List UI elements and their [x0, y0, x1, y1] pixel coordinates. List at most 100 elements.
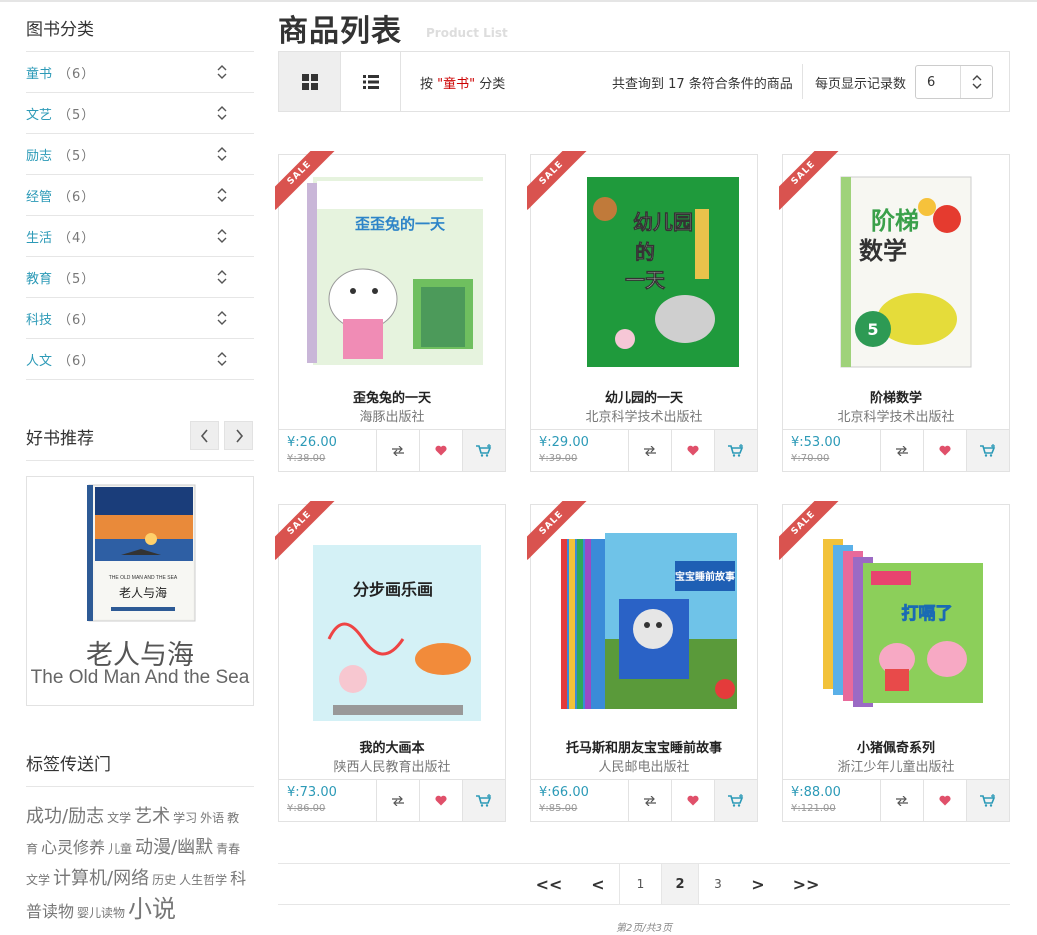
compare-button[interactable]: [376, 430, 419, 471]
tag-link[interactable]: 人生哲学: [179, 873, 227, 887]
chevron-left-icon: [200, 428, 208, 443]
product-footer: ¥:26.00 ¥:38.00: [279, 429, 505, 471]
tag-link[interactable]: 心灵修养: [41, 838, 105, 857]
favorite-button[interactable]: [671, 780, 714, 821]
product-title[interactable]: 歪兔兔的一天: [279, 387, 505, 406]
sale-label: SALE: [779, 151, 839, 210]
grid-icon: [301, 73, 318, 90]
last-page-button[interactable]: >>: [779, 864, 833, 904]
compare-button[interactable]: [628, 430, 671, 471]
expand-toggle-icon[interactable]: [216, 228, 228, 244]
add-to-cart-button[interactable]: [714, 780, 757, 821]
add-to-cart-button[interactable]: [966, 780, 1009, 821]
category-item[interactable]: 生活 （4）: [26, 216, 254, 257]
category-label[interactable]: 教育: [26, 272, 52, 287]
svg-text:打嗝了: 打嗝了: [902, 603, 953, 624]
compare-button[interactable]: [880, 430, 923, 471]
add-to-cart-button[interactable]: [966, 430, 1009, 471]
category-item[interactable]: 教育 （5）: [26, 257, 254, 298]
recommend-card[interactable]: THE OLD MAN AND THE SEA 老人与海 老人与海 The Ol…: [26, 476, 254, 706]
favorite-button[interactable]: [419, 430, 462, 471]
product-card[interactable]: 打嗝了 SALE 小猪佩奇系列 浙江少年儿童出版社 ¥:88.00 ¥:121.00: [779, 501, 1010, 822]
expand-toggle-icon[interactable]: [216, 351, 228, 367]
add-to-cart-button[interactable]: [462, 780, 505, 821]
tag-link[interactable]: 学习: [173, 811, 197, 825]
recommend-next-button[interactable]: [224, 421, 253, 450]
tag-link[interactable]: 儿童: [108, 842, 132, 856]
add-to-cart-button[interactable]: [462, 430, 505, 471]
category-item[interactable]: 人文 （6）: [26, 339, 254, 380]
expand-toggle-icon[interactable]: [216, 146, 228, 162]
tag-link[interactable]: 艺术: [134, 806, 170, 827]
page-title: 商品列表: [278, 14, 402, 49]
tag-link[interactable]: 动漫/幽默: [135, 837, 213, 858]
add-to-cart-button[interactable]: [714, 430, 757, 471]
product-title[interactable]: 幼儿园的一天: [531, 387, 757, 406]
list-view-button[interactable]: [340, 52, 401, 111]
page-1-button[interactable]: 1: [619, 864, 661, 904]
expand-toggle-icon[interactable]: [216, 187, 228, 203]
product-title[interactable]: 小猪佩奇系列: [783, 737, 1009, 756]
expand-toggle-icon[interactable]: [216, 64, 228, 80]
category-item[interactable]: 科技 （6）: [26, 298, 254, 339]
recommend-nav: [190, 421, 253, 450]
favorite-button[interactable]: [923, 780, 966, 821]
category-item[interactable]: 童书 （6）: [26, 52, 254, 93]
category-item[interactable]: 文艺 （5）: [26, 93, 254, 134]
category-label[interactable]: 励志: [26, 149, 52, 164]
chevron-right-icon: [235, 428, 243, 443]
tag-link[interactable]: 计算机/网络: [53, 868, 149, 889]
product-title[interactable]: 托马斯和朋友宝宝睡前故事: [531, 737, 757, 756]
product-price: ¥:66.00: [539, 785, 589, 800]
category-count: （6）: [58, 66, 96, 82]
per-page-stepper[interactable]: 6: [915, 65, 993, 99]
first-page-button[interactable]: <<: [521, 864, 577, 904]
tag-link[interactable]: 成功/励志: [26, 806, 104, 827]
product-title[interactable]: 我的大画本: [279, 737, 505, 756]
recommend-title-en: The Old Man And the Sea: [30, 667, 250, 688]
compare-button[interactable]: [880, 780, 923, 821]
category-label[interactable]: 生活: [26, 231, 52, 246]
product-card[interactable]: 分步画乐画 SALE 我的大画本 陕西人民教育出版社 ¥:73.00 ¥:86.00: [275, 501, 506, 822]
stepper-arrows-icon[interactable]: [960, 66, 992, 98]
category-label[interactable]: 科技: [26, 313, 52, 328]
category-label[interactable]: 经管: [26, 190, 52, 205]
category-label[interactable]: 文艺: [26, 108, 52, 123]
category-count: （6）: [58, 189, 96, 205]
page-3-button[interactable]: 3: [699, 864, 737, 904]
grid-view-button[interactable]: [279, 52, 340, 111]
next-page-button[interactable]: >: [737, 864, 779, 904]
heart-icon: [435, 795, 447, 806]
category-item[interactable]: 经管 （6）: [26, 175, 254, 216]
sale-ribbon: SALE: [275, 501, 335, 561]
favorite-button[interactable]: [671, 430, 714, 471]
page-2-button[interactable]: 2: [661, 864, 699, 904]
prev-page-button[interactable]: <: [577, 864, 619, 904]
product-card[interactable]: 阶梯 数学 5 SALE 阶梯数学 北京科学技术出版社 ¥:53.00 ¥:70.00: [779, 151, 1010, 472]
tag-link[interactable]: 文学: [107, 811, 131, 825]
product-card[interactable]: 宝宝睡前故事 SALE 托马斯和朋友宝宝睡前故事 人民邮电出版社 ¥:66.00 ¥:8…: [527, 501, 758, 822]
category-item[interactable]: 励志 （5）: [26, 134, 254, 175]
tag-link[interactable]: 婴儿读物: [77, 906, 125, 920]
compare-button[interactable]: [628, 780, 671, 821]
tag-link[interactable]: 历史: [152, 873, 176, 887]
heart-icon: [939, 445, 951, 456]
recommend-prev-button[interactable]: [190, 421, 219, 450]
expand-toggle-icon[interactable]: [216, 269, 228, 285]
svg-text:5: 5: [867, 320, 878, 339]
category-count: （5）: [58, 271, 96, 287]
category-label[interactable]: 童书: [26, 67, 52, 82]
product-card[interactable]: 幼儿园 的 一天 SALE 幼儿园的一天 北京科学技术出版社 ¥:29.00 ¥:39.…: [527, 151, 758, 472]
sale-label: SALE: [527, 501, 587, 560]
category-label[interactable]: 人文: [26, 354, 52, 369]
product-publisher: 浙江少年儿童出版社: [837, 760, 955, 775]
favorite-button[interactable]: [419, 780, 462, 821]
expand-toggle-icon[interactable]: [216, 105, 228, 121]
tag-link[interactable]: 小说: [128, 895, 176, 923]
expand-toggle-icon[interactable]: [216, 310, 228, 326]
product-card[interactable]: 歪歪兔的一天 SALE 歪兔兔的一天 海豚出版社 ¥:26.00 ¥:38.00: [275, 151, 506, 472]
compare-button[interactable]: [376, 780, 419, 821]
tag-link[interactable]: 外语: [200, 811, 224, 825]
product-title[interactable]: 阶梯数学: [783, 387, 1009, 406]
favorite-button[interactable]: [923, 430, 966, 471]
